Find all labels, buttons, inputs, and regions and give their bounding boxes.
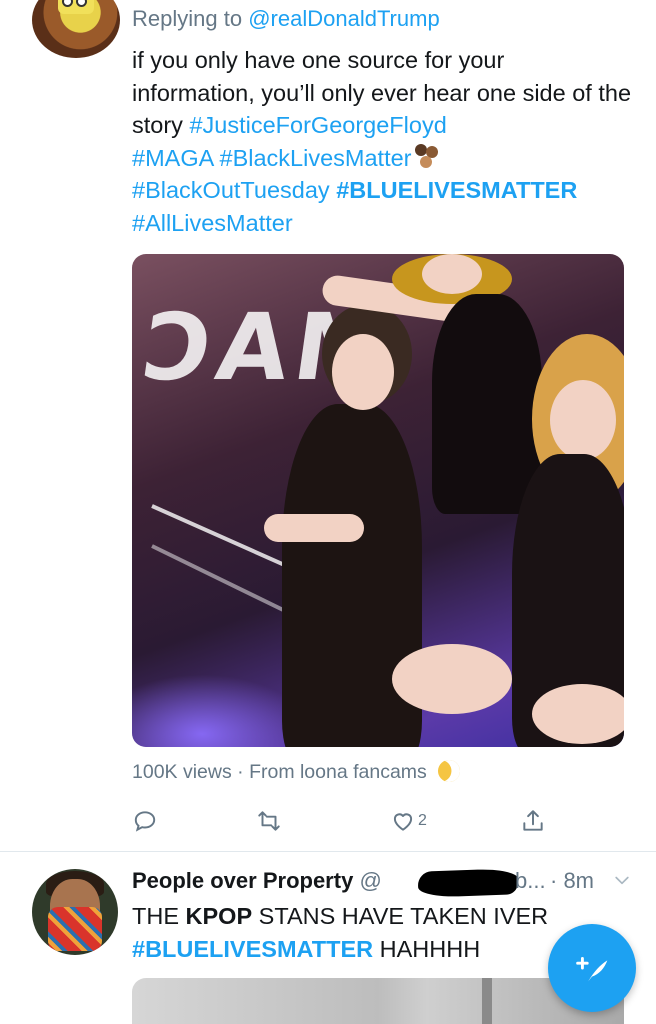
reply-button[interactable] (132, 806, 158, 836)
performer-face (332, 334, 394, 410)
author-handle-start: @ (359, 868, 382, 893)
hashtag-link[interactable]: #BLUELIVESMATTER (132, 936, 373, 962)
tweet-first[interactable]: Replying to @realDonaldTrump if you only… (0, 0, 656, 852)
hashtag-link[interactable]: #BlackLivesMatter (220, 145, 412, 171)
avatar[interactable] (32, 869, 118, 955)
share-icon (523, 810, 543, 831)
tweet-second[interactable]: People over Property @ b... · 8m THE KPO… (0, 852, 656, 1024)
avatar-character (58, 0, 94, 14)
replying-to-handle-link[interactable]: @realDonaldTrump (248, 6, 439, 31)
reply-icon (134, 811, 156, 832)
tweet-text-tail: HAHHHH (379, 936, 481, 962)
like-button[interactable]: 2 (390, 806, 427, 836)
tweet-time[interactable]: · 8m (550, 868, 594, 894)
tweet-actions: 2 (132, 806, 552, 836)
avatar-face-mask (48, 907, 102, 951)
crescent-moon-emoji (435, 756, 464, 786)
compose-tweet-button[interactable] (548, 924, 636, 1012)
compose-feather-icon (576, 956, 608, 982)
hashtag-link[interactable]: #BlackOutTuesday (132, 177, 330, 203)
tweet-image[interactable] (132, 978, 624, 1024)
author-name[interactable]: People over Property (132, 868, 353, 893)
hashtag-link[interactable]: #JusticeForGeorgeFloyd (189, 112, 446, 138)
caption-separator: · (237, 761, 244, 783)
heart-icon (393, 813, 413, 831)
retweet-button[interactable] (256, 806, 282, 836)
tweet-video[interactable]: ƆAM (132, 254, 624, 747)
performer-leg (392, 644, 512, 714)
view-count: 100K views (132, 761, 232, 783)
author-handle-tail: b... (515, 868, 546, 893)
performer-arm (264, 514, 364, 542)
hashtag-link[interactable]: #MAGA (132, 145, 213, 171)
video-source[interactable]: From loona fancams (249, 761, 427, 783)
tweet-text-bold: KPOP (185, 903, 253, 929)
avatar[interactable] (32, 0, 120, 58)
tweet-text: if you only have one source for your inf… (132, 44, 632, 239)
performer-figure (432, 294, 542, 514)
redaction-scribble (417, 868, 519, 898)
retweet-icon (258, 811, 280, 831)
like-count: 2 (418, 812, 427, 829)
tweet-text-rest: STANS HAVE TAKEN IVER (258, 903, 549, 929)
performer-leg (532, 684, 624, 744)
tweet-text-prefix: THE (132, 903, 179, 929)
hashtag-link[interactable]: #AllLivesMatter (132, 210, 293, 236)
raised-fists-emoji (412, 143, 442, 170)
chevron-down-icon[interactable] (612, 870, 632, 890)
replying-to-line: Replying to @realDonaldTrump (132, 6, 440, 32)
performer-face (550, 380, 616, 460)
performer-face (422, 254, 482, 294)
video-caption: 100K views · From loona fancams (132, 756, 464, 786)
tweet-header: People over Property @ b... · 8m (132, 868, 632, 898)
share-button[interactable] (520, 806, 546, 836)
replying-to-label: Replying to (132, 6, 243, 31)
hashtag-link[interactable]: #BLUELIVESMATTER (336, 177, 577, 203)
